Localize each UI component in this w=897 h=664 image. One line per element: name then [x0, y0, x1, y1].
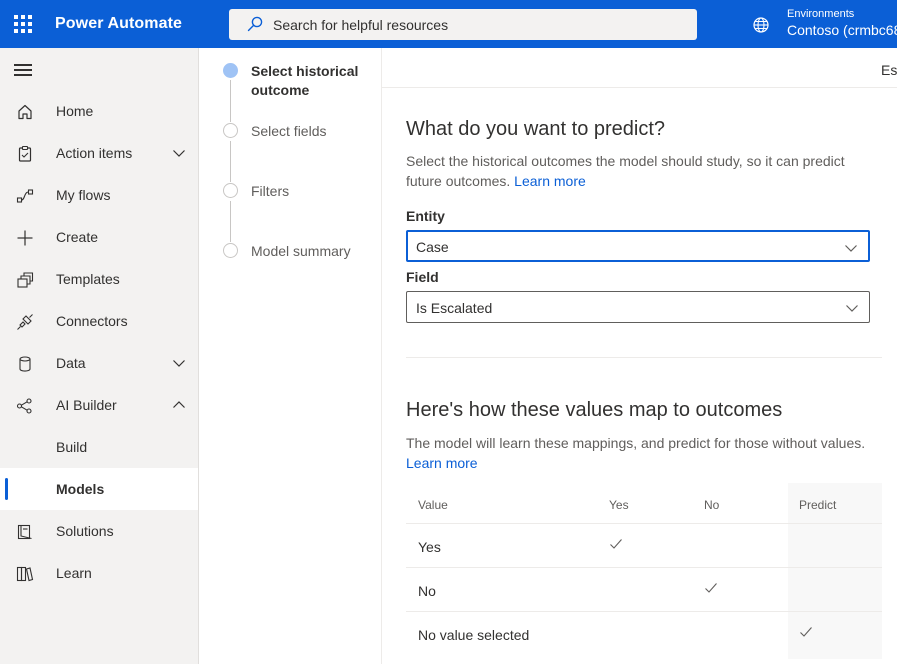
nav-item-models[interactable]: Models — [0, 468, 198, 510]
nav-item-label: Solutions — [56, 523, 114, 539]
nav-item-label: Build — [56, 439, 88, 455]
step-connector — [230, 80, 231, 122]
command-bar: Esl — [382, 48, 897, 88]
field-dropdown-value: Is Escalated — [416, 300, 493, 316]
section-divider — [406, 357, 882, 358]
mapping-section-title: Here's how these values map to outcomes — [406, 399, 783, 421]
templates-icon — [17, 272, 34, 288]
table-row[interactable]: Yes — [406, 524, 882, 568]
nav-item-build[interactable]: Build — [0, 426, 198, 468]
globe-icon — [753, 17, 769, 33]
checkmark-icon — [800, 627, 812, 637]
column-header-value: Value — [418, 498, 448, 512]
environment-label: Environments — [787, 8, 855, 20]
chevron-up-icon[interactable] — [172, 398, 186, 412]
home-icon — [18, 104, 32, 120]
step-indicator — [223, 183, 238, 198]
step-connector — [230, 141, 231, 182]
mapping-section-description: The model will learn these mappings, and… — [406, 435, 866, 471]
nav-item-label: AI Builder — [56, 397, 117, 413]
learn-more-link[interactable]: Learn more — [514, 173, 586, 189]
database-icon — [19, 356, 31, 372]
learn-more-link[interactable]: Learn more — [406, 455, 478, 471]
book-icon — [16, 566, 34, 582]
nav-item-label: Home — [56, 103, 94, 119]
row-value: No — [418, 583, 436, 599]
app-title[interactable]: Power Automate — [55, 15, 182, 33]
chevron-down-icon — [846, 305, 858, 312]
nav-item-label: Connectors — [56, 313, 128, 329]
step-label: Model summary — [251, 243, 351, 259]
chevron-down-icon[interactable] — [172, 146, 186, 160]
table-row[interactable]: No — [406, 568, 882, 612]
step-indicator — [223, 123, 238, 138]
chevron-down-icon[interactable] — [172, 356, 186, 370]
step-connector — [230, 201, 231, 242]
entity-dropdown-value: Case — [416, 239, 449, 255]
search-box[interactable] — [229, 9, 697, 40]
nav-item-learn[interactable]: Learn — [0, 552, 198, 594]
step-indicator-active — [223, 63, 238, 78]
step-indicator — [223, 243, 238, 258]
field-label: Field — [406, 269, 439, 285]
step-label: Filters — [251, 183, 290, 199]
wizard-stepper: Select historical outcome Select fields … — [199, 48, 382, 664]
plus-icon — [17, 230, 33, 246]
search-input[interactable] — [273, 9, 673, 40]
nav-item-my-flows[interactable]: My flows — [0, 174, 198, 216]
nav-item-label: Templates — [56, 271, 120, 287]
clipboard-icon — [18, 145, 32, 162]
app-launcher-icon[interactable] — [14, 15, 32, 33]
column-header-predict: Predict — [799, 498, 837, 512]
nav-item-templates[interactable]: Templates — [0, 258, 198, 300]
nav-item-label: Learn — [56, 565, 92, 581]
row-value: No value selected — [418, 627, 530, 643]
nav-item-label: My flows — [56, 187, 111, 203]
table-row[interactable]: No value selected — [406, 612, 882, 656]
entity-dropdown[interactable]: Case — [406, 230, 870, 262]
nav-item-action-items[interactable]: Action items — [0, 132, 198, 174]
column-header-yes: Yes — [609, 498, 629, 512]
nav-item-create[interactable]: Create — [0, 216, 198, 258]
column-header-no: No — [704, 498, 720, 512]
nav-item-home[interactable]: Home — [0, 90, 198, 132]
step-label: Select fields — [251, 123, 327, 139]
nav-item-label: Create — [56, 229, 99, 245]
environment-name: Contoso (crmbc68 — [787, 22, 897, 38]
flow-icon — [16, 189, 34, 203]
ai-builder-icon — [16, 398, 32, 414]
chevron-down-icon — [845, 245, 857, 252]
predict-section-title: What do you want to predict? — [406, 118, 666, 140]
hamburger-menu-icon[interactable] — [14, 64, 32, 76]
main-content: Esl What do you want to predict? Select … — [382, 48, 897, 664]
connector-icon — [17, 314, 33, 330]
nav-item-connectors[interactable]: Connectors — [0, 300, 198, 342]
nav-item-label: Action items — [56, 145, 133, 161]
row-value: Yes — [418, 539, 441, 555]
checkmark-icon — [705, 583, 717, 593]
solutions-icon — [17, 524, 32, 540]
field-dropdown[interactable]: Is Escalated — [406, 291, 870, 323]
nav-item-data[interactable]: Data — [0, 342, 198, 384]
nav-item-solutions[interactable]: Solutions — [0, 510, 198, 552]
nav-item-label: Models — [56, 481, 105, 497]
search-icon — [247, 16, 263, 32]
selected-indicator — [5, 478, 8, 500]
checkmark-icon — [610, 539, 622, 549]
table-header-row: Value Yes No Predict — [406, 483, 882, 524]
nav-item-ai-builder[interactable]: AI Builder — [0, 384, 198, 426]
nav-item-label: Data — [56, 355, 86, 371]
predict-section-description: Select the historical outcomes the model… — [406, 153, 845, 189]
entity-label: Entity — [406, 208, 445, 224]
command-bar-item[interactable]: Esl — [881, 62, 897, 78]
step-label: Select historical outcome — [251, 63, 359, 98]
left-navigation: Home Action items My flows Create Templa… — [0, 48, 199, 664]
top-bar: Power Automate Environments Contoso (crm… — [0, 0, 897, 48]
